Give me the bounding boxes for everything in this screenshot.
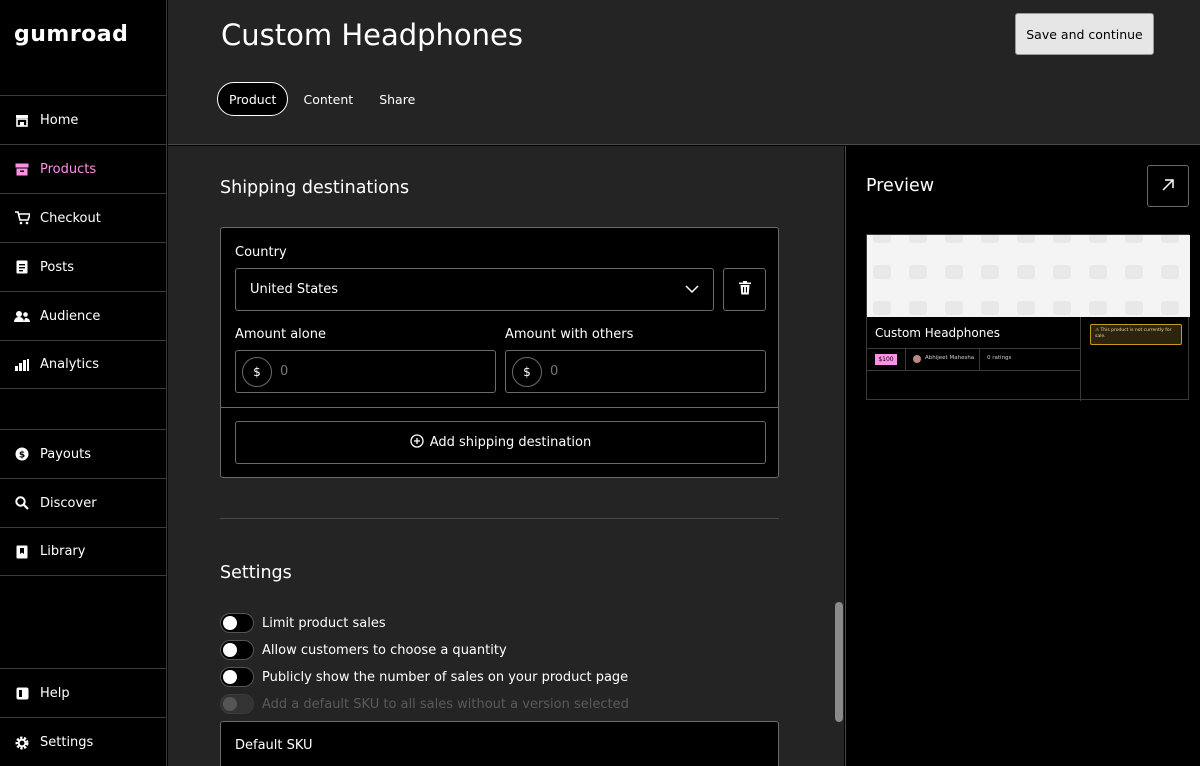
creator-name: Abhijeet Mahesha <box>925 355 975 361</box>
ratings-count: 0 ratings <box>987 355 1012 361</box>
sidebar-item-home[interactable]: Home <box>0 95 167 144</box>
country-value: United States <box>250 282 339 297</box>
add-shipping-destination-button[interactable]: Add shipping destination <box>235 421 766 464</box>
product-editor[interactable]: Shipping destinations Country United Sta… <box>168 146 844 766</box>
tab-share[interactable]: Share <box>368 82 426 116</box>
country-label: Country <box>235 245 287 260</box>
currency-badge: $ <box>512 356 542 387</box>
sidebar-item-settings[interactable]: Settings <box>0 717 167 766</box>
sidebar-item-label: Audience <box>40 308 101 324</box>
sidebar-item-label: Checkout <box>40 210 101 226</box>
open-preview-button[interactable] <box>1147 165 1189 207</box>
preview-meta-row: $100 Abhijeet Mahesha 0 ratings <box>867 348 1081 371</box>
sidebar-item-label: Help <box>40 685 70 701</box>
tab-content[interactable]: Content <box>292 82 364 116</box>
warning-text: This product is not currently for sale. <box>1095 328 1172 339</box>
sidebar-item-label: Discover <box>40 495 97 511</box>
currency-badge: $ <box>242 356 272 387</box>
sidebar: GUMROAD Home Products Checkout Posts Aud… <box>0 0 167 766</box>
sidebar-item-label: Home <box>40 112 79 128</box>
sidebar-item-analytics[interactable]: Analytics <box>0 340 167 389</box>
toggle-label: Allow customers to choose a quantity <box>262 642 507 658</box>
amount-with-others-placeholder: 0 <box>550 364 559 379</box>
preview-product-card[interactable]: Custom Headphones $100 Abhijeet Mahesha … <box>866 234 1190 401</box>
page-header: Custom Headphones Save and continue Prod… <box>168 0 1200 145</box>
sidebar-item-label: Payouts <box>40 446 91 462</box>
svg-text:$: $ <box>19 451 25 461</box>
preview-product-name: Custom Headphones <box>875 326 1000 340</box>
toggle-label: Publicly show the number of sales on you… <box>262 669 629 685</box>
price-tag: $100 <box>875 354 897 365</box>
arrow-up-right-icon <box>1161 177 1175 196</box>
card-divider <box>221 407 778 408</box>
show-sales-count-toggle[interactable] <box>220 667 254 687</box>
sidebar-item-library[interactable]: Library <box>0 527 167 576</box>
plus-circle-icon <box>410 433 430 452</box>
limit-sales-toggle[interactable] <box>220 613 254 633</box>
cart-icon <box>14 210 30 226</box>
delete-destination-button[interactable] <box>723 268 766 311</box>
gumroad-logo[interactable]: GUMROAD <box>14 22 128 47</box>
bookmark-icon <box>14 544 30 560</box>
page-title: Custom Headphones <box>221 18 524 52</box>
quantity-toggle[interactable] <box>220 640 254 660</box>
sidebar-item-help[interactable]: Help <box>0 668 167 717</box>
scrollbar-thumb[interactable] <box>835 602 843 722</box>
search-icon <box>14 495 30 511</box>
gear-icon <box>14 735 30 751</box>
people-icon <box>14 308 30 324</box>
bar-chart-icon <box>14 357 30 373</box>
amount-alone-label: Amount alone <box>235 327 326 342</box>
settings-section-title: Settings <box>220 563 292 583</box>
sidebar-item-discover[interactable]: Discover <box>0 478 167 527</box>
book-icon <box>14 685 30 701</box>
sidebar-item-audience[interactable]: Audience <box>0 291 167 340</box>
amount-with-others-input[interactable]: $ 0 <box>505 350 766 393</box>
tab-product[interactable]: Product <box>217 82 289 116</box>
shipping-section-title: Shipping destinations <box>220 178 410 198</box>
amount-alone-input[interactable]: $ 0 <box>235 350 496 393</box>
warning-icon: ⚠ <box>1095 328 1100 333</box>
country-select[interactable]: United States <box>235 268 714 311</box>
sidebar-item-label: Settings <box>40 735 94 750</box>
amount-alone-placeholder: 0 <box>280 364 289 379</box>
cover-image <box>867 235 1190 317</box>
amount-with-others-label: Amount with others <box>505 327 634 342</box>
default-sku-card: Default SKU <box>220 721 779 766</box>
shipping-destination-card: Country United States Amount alone Amoun… <box>220 227 779 478</box>
sidebar-item-label: Posts <box>40 259 74 275</box>
default-sku-toggle <box>220 694 254 714</box>
toggle-row-default-sku: Add a default SKU to all sales without a… <box>220 694 629 714</box>
sidebar-item-products[interactable]: Products <box>0 144 167 193</box>
sidebar-item-label: Products <box>40 161 97 177</box>
default-sku-label: Default SKU <box>235 738 313 753</box>
sidebar-item-payouts[interactable]: $ Payouts <box>0 429 167 478</box>
trash-icon <box>738 280 751 299</box>
tab-bar: Product Content Share <box>217 82 426 116</box>
sidebar-item-label: Library <box>40 544 86 559</box>
sidebar-item-posts[interactable]: Posts <box>0 242 167 291</box>
toggle-label: Add a default SKU to all sales without a… <box>262 696 629 712</box>
not-for-sale-warning: ⚠ This product is not currently for sale… <box>1090 324 1182 345</box>
store-icon <box>14 112 30 128</box>
toggle-row-show-sales: Publicly show the number of sales on you… <box>220 667 628 687</box>
avatar <box>913 355 921 363</box>
toggle-row-limit-sales: Limit product sales <box>220 613 386 633</box>
toggle-row-quantity: Allow customers to choose a quantity <box>220 640 507 660</box>
chevron-down-icon <box>685 281 699 301</box>
save-and-continue-button[interactable]: Save and continue <box>1015 13 1154 55</box>
toggle-label: Limit product sales <box>262 615 386 631</box>
archive-icon <box>14 161 30 177</box>
document-icon <box>14 259 30 275</box>
dollar-circle-icon: $ <box>14 446 30 462</box>
preview-info: Custom Headphones $100 Abhijeet Mahesha … <box>867 317 1081 401</box>
sidebar-item-label: Analytics <box>40 357 100 372</box>
preview-title: Preview <box>866 176 935 196</box>
preview-panel: Preview Custom Headphones $100 Abhijeet … <box>845 146 1200 766</box>
add-shipping-label: Add shipping destination <box>429 435 592 450</box>
sidebar-item-checkout[interactable]: Checkout <box>0 193 167 242</box>
section-divider <box>220 518 779 519</box>
